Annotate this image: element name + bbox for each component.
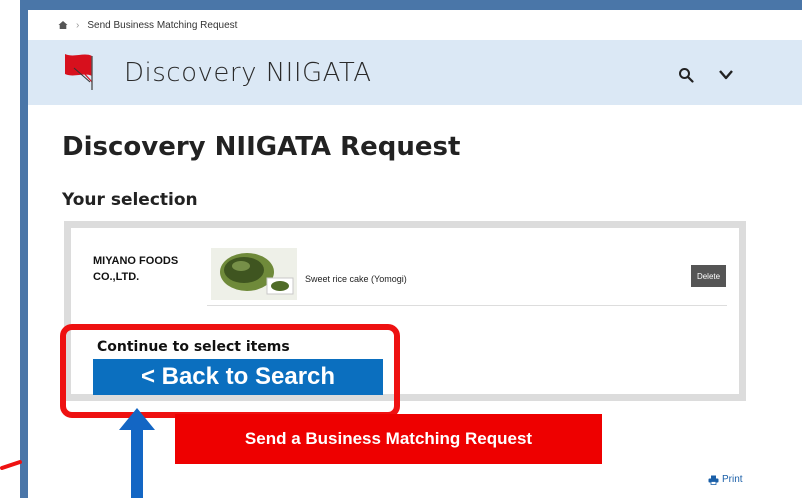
send-request-button[interactable]: Send a Business Matching Request <box>175 414 602 464</box>
window-frame-left <box>20 0 28 498</box>
product-name: Sweet rice cake (Yomogi) <box>305 274 407 284</box>
chevron-down-icon[interactable] <box>718 68 734 82</box>
print-label: Print <box>722 474 743 485</box>
back-to-search-button[interactable]: < Back to Search <box>93 359 383 395</box>
window-frame-top <box>20 0 802 10</box>
breadcrumb-separator: › <box>76 19 80 31</box>
delete-button[interactable]: Delete <box>691 265 726 287</box>
product-image[interactable] <box>211 248 297 300</box>
print-link[interactable]: Print <box>708 474 743 485</box>
company-name: MIYANO FOODS CO.,LTD. <box>93 255 179 283</box>
printer-icon <box>708 475 719 485</box>
arrow-up-annotation-icon <box>119 408 155 498</box>
section-title: Your selection <box>62 190 198 210</box>
search-icon[interactable] <box>678 67 694 83</box>
continue-label: Continue to select items <box>97 339 290 355</box>
breadcrumb-current: Send Business Matching Request <box>87 19 238 31</box>
site-header: Discovery NIIGATA <box>28 40 802 105</box>
item-divider <box>207 305 727 306</box>
selection-box: MIYANO FOODS CO.,LTD. Sweet rice cake (Y… <box>64 221 746 401</box>
screenshot-stage: › Send Business Matching Request Discove… <box>0 0 802 498</box>
page-content: › Send Business Matching Request Discove… <box>28 10 802 498</box>
page-title: Discovery NIIGATA Request <box>62 132 461 162</box>
home-icon[interactable] <box>58 20 68 30</box>
site-logo-text[interactable]: Discovery NIIGATA <box>124 58 372 88</box>
logo-icon[interactable] <box>62 52 102 92</box>
breadcrumb: › Send Business Matching Request <box>28 10 802 40</box>
